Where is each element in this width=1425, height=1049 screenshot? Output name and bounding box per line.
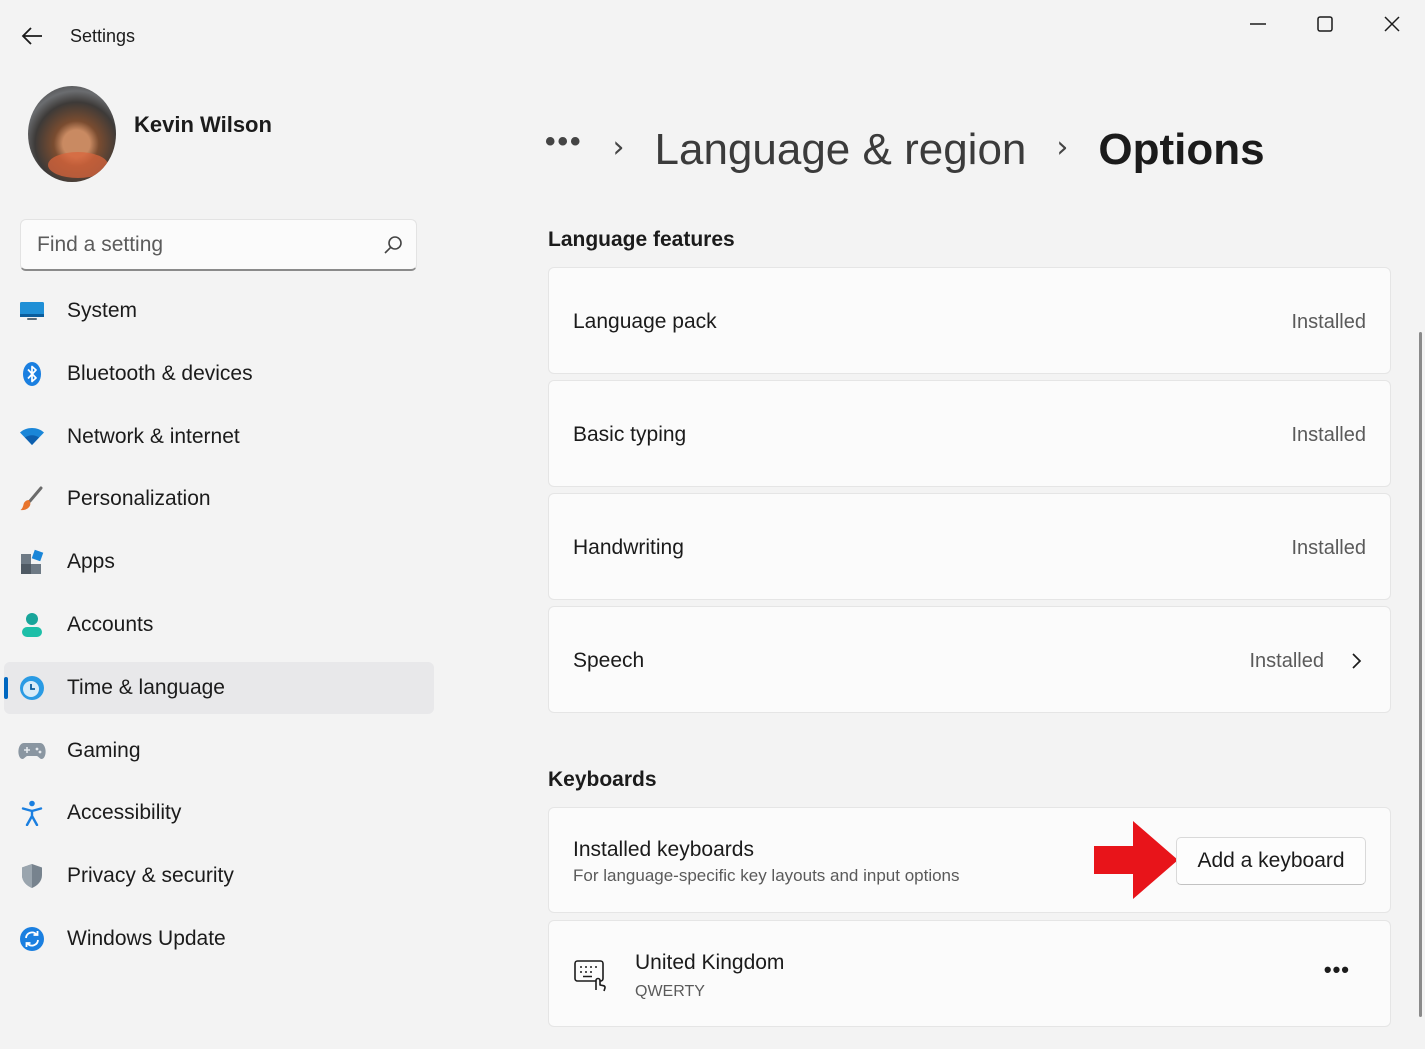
- sidebar-item-bluetooth[interactable]: Bluetooth & devices: [4, 348, 434, 400]
- sidebar-item-network[interactable]: Network & internet: [4, 411, 434, 463]
- status-text: Installed: [1291, 424, 1367, 446]
- more-options-button[interactable]: •••: [1324, 957, 1350, 983]
- search-box[interactable]: [20, 219, 417, 271]
- user-profile[interactable]: Kevin Wilson: [28, 86, 272, 182]
- chevron-right-icon: ›: [612, 129, 625, 165]
- sidebar-item-label: Personalization: [67, 487, 211, 511]
- sidebar-item-accessibility[interactable]: Accessibility: [4, 787, 434, 839]
- sidebar-item-label: Gaming: [67, 738, 141, 762]
- breadcrumb-overflow-button[interactable]: •••: [545, 125, 583, 159]
- search-input[interactable]: [21, 220, 416, 269]
- installed-keyboards-title: Installed keyboards: [573, 838, 754, 861]
- sidebar-item-label: Privacy & security: [67, 864, 234, 888]
- title-bar: Settings: [0, 0, 1425, 72]
- close-button[interactable]: [1364, 6, 1420, 42]
- feature-label: Basic typing: [573, 423, 687, 446]
- sidebar-nav: System Bluetooth & devices Network & int…: [4, 285, 434, 976]
- keyboard-layout: QWERTY: [635, 983, 705, 1000]
- sidebar-item-label: Apps: [67, 550, 115, 574]
- sidebar-item-label: Network & internet: [67, 424, 240, 448]
- keyboard-name: United Kingdom: [635, 951, 785, 974]
- sidebar-item-label: Time & language: [67, 675, 225, 699]
- minimize-icon: [1250, 23, 1266, 25]
- shield-icon: [18, 862, 46, 890]
- sidebar-item-label: Windows Update: [67, 926, 226, 950]
- gamepad-icon: [18, 737, 46, 765]
- speech-row[interactable]: Speech Installed: [548, 606, 1391, 713]
- chevron-right-icon: ›: [1056, 129, 1069, 165]
- maximize-button[interactable]: [1297, 6, 1353, 42]
- back-arrow-icon: [21, 27, 42, 45]
- red-arrow-annotation: [1094, 821, 1178, 899]
- status-text: Installed: [1291, 537, 1367, 559]
- handwriting-row: Handwriting Installed: [548, 493, 1391, 600]
- feature-label: Handwriting: [573, 536, 684, 559]
- sidebar-item-label: Accessibility: [67, 801, 182, 825]
- sidebar-item-windows-update[interactable]: Windows Update: [4, 913, 434, 965]
- sidebar-item-personalization[interactable]: Personalization: [4, 473, 434, 525]
- sidebar-item-apps[interactable]: Apps: [4, 536, 434, 588]
- brush-icon: [18, 485, 46, 513]
- minimize-button[interactable]: [1230, 6, 1286, 42]
- back-button[interactable]: [14, 20, 50, 52]
- sidebar-item-system[interactable]: System: [4, 285, 434, 337]
- sidebar-item-label: System: [67, 299, 138, 322]
- wifi-icon: [18, 423, 46, 451]
- feature-label: Speech: [573, 649, 645, 672]
- page-title: Options: [1098, 125, 1265, 174]
- sidebar-item-label: Bluetooth & devices: [67, 361, 253, 385]
- chevron-right-icon: [1352, 653, 1362, 669]
- breadcrumb-parent-link[interactable]: Language & region: [655, 125, 1027, 175]
- installed-keyboards-subtitle: For language-specific key layouts and in…: [573, 866, 960, 885]
- add-keyboard-button[interactable]: Add a keyboard: [1176, 837, 1366, 885]
- sidebar-item-privacy[interactable]: Privacy & security: [4, 850, 434, 902]
- section-title-keyboards: Keyboards: [548, 768, 657, 791]
- bluetooth-icon: [18, 360, 46, 388]
- close-icon: [1384, 16, 1400, 32]
- clock-globe-icon: [18, 674, 46, 702]
- sidebar-item-label: Accounts: [67, 612, 154, 636]
- person-icon: [18, 611, 46, 639]
- sidebar-item-gaming[interactable]: Gaming: [4, 725, 434, 777]
- app-title: Settings: [70, 26, 136, 46]
- basic-typing-row: Basic typing Installed: [548, 380, 1391, 487]
- section-title-language-features: Language features: [548, 228, 735, 251]
- sync-icon: [18, 925, 46, 953]
- avatar[interactable]: [28, 86, 116, 182]
- sidebar-item-time-language[interactable]: Time & language: [4, 661, 434, 714]
- installed-keyboards-row: Installed keyboards For language-specifi…: [548, 807, 1391, 913]
- search-icon[interactable]: [382, 234, 404, 256]
- feature-label: Language pack: [573, 310, 717, 333]
- monitor-icon: [18, 297, 46, 325]
- breadcrumb: ••• › Language & region › Options: [545, 118, 1265, 182]
- keyboard-list-item: United Kingdom QWERTY •••: [548, 920, 1391, 1027]
- keyboard-icon: [574, 960, 606, 992]
- accessibility-icon: [18, 799, 46, 827]
- language-pack-row: Language pack Installed: [548, 267, 1391, 374]
- status-text: Installed: [1249, 650, 1325, 672]
- user-name: Kevin Wilson: [134, 112, 272, 137]
- scrollbar[interactable]: [1419, 332, 1422, 1017]
- apps-icon: [18, 548, 46, 576]
- maximize-icon: [1317, 16, 1333, 32]
- status-text: Installed: [1291, 311, 1367, 333]
- sidebar-item-accounts[interactable]: Accounts: [4, 599, 434, 651]
